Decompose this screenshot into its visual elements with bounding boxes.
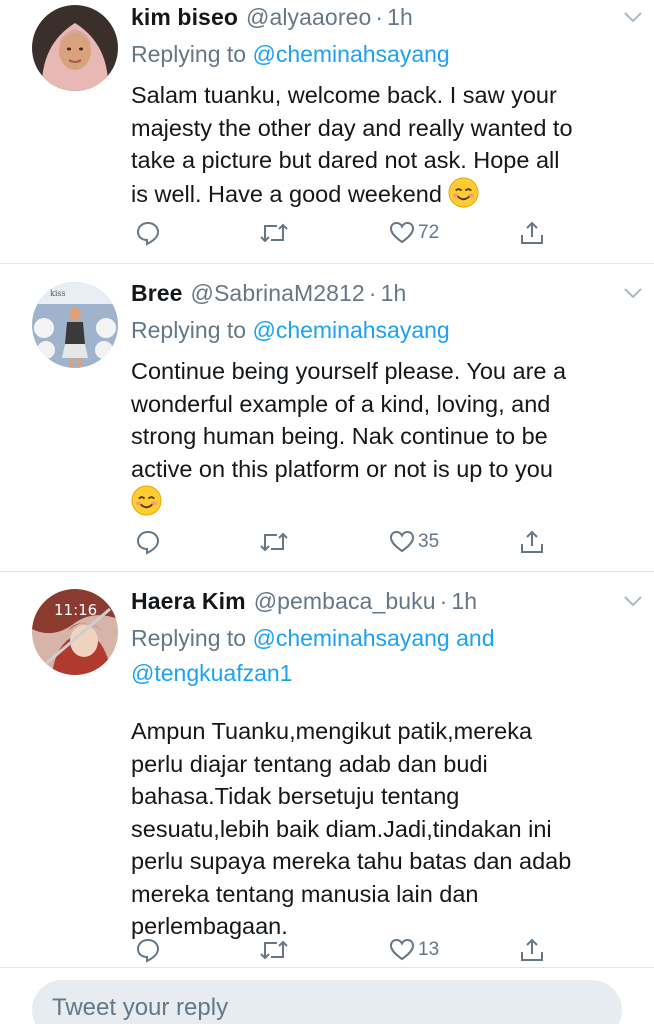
mention-link[interactable]: @cheminahsayang — [252, 317, 449, 343]
reply-button[interactable] — [135, 934, 161, 966]
tweet-actions: 13 — [131, 934, 551, 966]
reply-icon — [136, 530, 160, 555]
tweet-header: Haera Kim @pembaca_buku · 1h — [131, 588, 634, 618]
timestamp[interactable]: 1h — [451, 588, 477, 615]
tweet-text-line: majesty the other day and really wanted … — [131, 114, 573, 141]
replying-to: Replying to @cheminahsayang and — [131, 621, 634, 656]
tweet-text-line: bahasa.Tidak bersetuju tentang — [131, 783, 460, 809]
like-button[interactable]: 13 — [389, 934, 439, 966]
tweet-text: Salam tuanku, welcome back. I saw your m… — [131, 79, 634, 210]
separator-dot: · — [375, 4, 384, 30]
smiling-face-emoji — [448, 176, 479, 208]
retweet-icon — [260, 223, 288, 243]
replying-to: Replying to @cheminahsayang — [131, 313, 634, 348]
username[interactable]: @pembaca_buku — [254, 588, 436, 615]
timestamp[interactable]: 1h — [381, 280, 407, 307]
tweet-text: Ampun Tuanku,mengikut patik,mereka perlu… — [131, 715, 634, 943]
smiling-face-emoji — [131, 485, 162, 516]
tweet-text: Continue being yourself please. You are … — [131, 355, 634, 519]
tweet-text-line: Ampun Tuanku,mengikut patik,mereka — [131, 718, 533, 744]
chevron-down-icon[interactable] — [622, 9, 644, 25]
display-name[interactable]: Bree — [131, 280, 183, 307]
tweet-text-line: mereka tentang manusia lain dan — [131, 880, 479, 907]
like-button[interactable]: 72 — [389, 217, 439, 249]
username[interactable]: @alyaaoreo — [246, 4, 371, 31]
share-icon — [521, 938, 543, 961]
reply-placeholder: Tweet your reply — [52, 994, 229, 1021]
tweet-text-line: wonderful example of a kind, loving, and — [131, 390, 551, 417]
like-icon — [389, 221, 415, 244]
share-button[interactable] — [519, 526, 545, 558]
reply-button[interactable] — [135, 217, 161, 249]
separator-dot: · — [439, 588, 448, 614]
replying-label: Replying to — [131, 317, 247, 343]
replying-label: Replying to — [131, 41, 247, 67]
timestamp[interactable]: 1h — [387, 4, 413, 31]
tweet-actions: 72 — [131, 217, 551, 249]
display-name[interactable]: kim biseo — [131, 4, 238, 31]
replying-to-continued: @tengkuafzan1 — [131, 656, 634, 691]
tweet[interactable]: kiss Bree @SabrinaM2812 · 1h Replying to… — [0, 264, 654, 572]
tweet-text-line: sesuatu,lebih baik diam.Jadi,tindakan in… — [131, 815, 552, 842]
share-button[interactable] — [519, 217, 545, 249]
retweet-button[interactable] — [259, 217, 289, 249]
tweet-text-line: active on this platform or not is up to … — [131, 455, 553, 482]
like-button[interactable]: 35 — [389, 526, 439, 558]
reply-input[interactable]: Tweet your reply — [32, 980, 622, 1024]
share-icon — [521, 221, 543, 244]
replying-to: Replying to @cheminahsayang — [131, 37, 634, 72]
tweet[interactable]: kim biseo @alyaaoreo · 1h Replying to @c… — [0, 0, 654, 264]
tweet-text-line — [131, 485, 634, 519]
username[interactable]: @SabrinaM2812 — [191, 280, 365, 307]
avatar-text: 11:16 — [54, 601, 97, 619]
mention-link[interactable]: @cheminahsayang — [252, 41, 449, 67]
separator-dot: · — [368, 280, 377, 306]
mention-joiner: and — [456, 625, 495, 651]
display-name[interactable]: Haera Kim — [131, 588, 246, 615]
tweet-header: kim biseo @alyaaoreo · 1h — [131, 4, 634, 34]
tweet-header: Bree @SabrinaM2812 · 1h — [131, 280, 634, 310]
like-count: 35 — [418, 531, 440, 552]
chevron-down-icon[interactable] — [622, 285, 644, 301]
mention-link[interactable]: @tengkuafzan1 — [131, 660, 292, 686]
share-icon — [521, 530, 543, 553]
like-count: 72 — [418, 222, 440, 243]
reply-icon — [136, 221, 160, 246]
reply-button[interactable] — [135, 526, 161, 558]
avatar[interactable] — [32, 5, 118, 91]
tweet-text-line: perlu supaya mereka tahu batas dan adab — [131, 848, 572, 874]
retweet-icon — [260, 532, 288, 552]
tweet-actions: 35 — [131, 526, 551, 558]
chevron-down-icon[interactable] — [622, 593, 644, 609]
tweet[interactable]: 11:16 Haera Kim @pembaca_buku · 1h Reply… — [0, 572, 654, 968]
avatar[interactable]: 11:16 — [32, 589, 118, 675]
tweet-text-line: strong human being. Nak continue to be — [131, 423, 548, 449]
avatar[interactable]: kiss — [32, 282, 118, 368]
share-button[interactable] — [519, 934, 545, 966]
tweet-text-line: take a picture but dared not ask. Hope a… — [131, 147, 560, 173]
svg-text:kiss: kiss — [50, 289, 66, 298]
tweet-text-line: is well. Have a good weekend — [131, 176, 634, 211]
tweet-text-line: Salam tuanku, welcome back. I saw your — [131, 82, 557, 108]
tweet-text-line: perlu diajar tentang adab dan budi — [131, 750, 488, 777]
like-count: 13 — [418, 939, 440, 960]
reply-icon — [136, 938, 160, 963]
like-icon — [389, 530, 415, 553]
retweet-icon — [260, 940, 288, 960]
replying-label: Replying to — [131, 625, 247, 651]
mention-link[interactable]: @cheminahsayang — [252, 625, 449, 651]
like-icon — [389, 938, 415, 961]
tweet-text-line: Continue being yourself please. You are … — [131, 358, 567, 384]
retweet-button[interactable] — [259, 934, 289, 966]
retweet-button[interactable] — [259, 526, 289, 558]
